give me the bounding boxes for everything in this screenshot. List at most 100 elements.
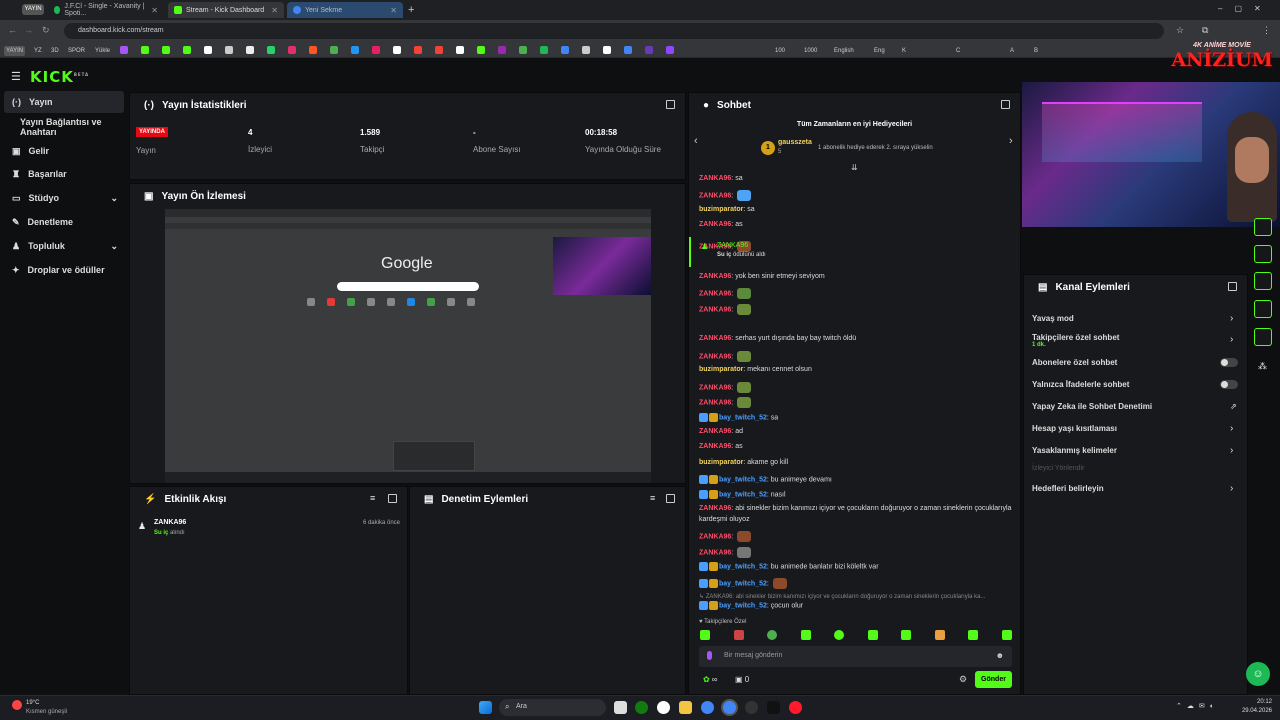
channel-action-item[interactable]: Yalnızca İfadelerle sohbet (1032, 380, 1129, 389)
channel-action-item[interactable]: Yasaklanmış kelimeler (1032, 446, 1117, 455)
rail-users-icon[interactable]: ⁂ (1258, 361, 1267, 372)
chat-username[interactable]: bay_twitch_52 (719, 476, 767, 483)
chat-username[interactable]: ZANKA96 (699, 428, 731, 435)
chat-username[interactable]: bay_twitch_52 (719, 602, 767, 609)
rail-link-icon[interactable] (1254, 272, 1272, 290)
hamburger-icon[interactable]: ☰ (11, 70, 21, 83)
chat-message[interactable]: bay_twitch_52: (699, 578, 787, 589)
chat-message[interactable]: ZANKA96: (699, 397, 752, 408)
chat-username[interactable]: ZANKA96 (699, 505, 731, 512)
chat-username[interactable]: bay_twitch_52 (719, 491, 767, 498)
chat-username[interactable]: ZANKA96 (699, 384, 731, 391)
sidebar-item-studyo[interactable]: ▭ Stüdyo ⌄ (4, 187, 124, 209)
bookmark[interactable]: English (834, 46, 854, 56)
folder-icon[interactable] (679, 701, 692, 714)
channel-action-item[interactable]: Hedefleri belirleyin (1032, 484, 1104, 493)
chat-message[interactable]: ZANKA96: (699, 382, 752, 393)
chat-input[interactable]: Bir mesaj gönderin ☻ (699, 646, 1012, 667)
popout-icon[interactable] (666, 494, 675, 503)
popout-icon[interactable] (1001, 100, 1010, 109)
chat-username[interactable]: bay_twitch_52 (719, 580, 767, 587)
bookmark[interactable]: Yükle (95, 46, 110, 56)
chat-message[interactable]: ZANKA96: (699, 190, 752, 201)
bookmark[interactable]: C (956, 46, 960, 56)
chat-username[interactable]: ZANKA96 (699, 335, 731, 342)
chevron-right-icon[interactable]: › (1230, 423, 1233, 434)
rail-list-icon[interactable] (1254, 300, 1272, 318)
xbox-icon[interactable] (635, 701, 648, 714)
chat-username[interactable]: ZANKA96 (699, 549, 731, 556)
chat-message[interactable]: ZANKA96: yok ben sinir etmeyi seviyom (699, 273, 825, 280)
obs-icon[interactable] (745, 701, 758, 714)
opera-icon[interactable] (789, 701, 802, 714)
rail-button[interactable] (1254, 218, 1272, 236)
bookmark[interactable]: 1000 (804, 46, 817, 56)
back-icon[interactable]: ← (8, 25, 17, 35)
channel-action-item[interactable]: Abonelere özel sohbet (1032, 358, 1117, 367)
external-link-icon[interactable]: ⇗ (1230, 402, 1237, 411)
sidebar-item-yayin[interactable]: (·) Yayın (4, 91, 124, 113)
rail-chat-icon[interactable] (1254, 245, 1272, 263)
toggle-switch[interactable] (1220, 358, 1238, 367)
chat-username[interactable]: ZANKA96 (699, 399, 731, 406)
support-chat-button[interactable]: ☺ (1246, 662, 1270, 686)
channel-action-item[interactable]: Yavaş mod (1032, 314, 1074, 323)
bookmark[interactable]: Eng (874, 46, 885, 56)
chrome-icon[interactable] (701, 701, 714, 714)
chat-message[interactable]: bay_twitch_52: nasıl (699, 490, 786, 499)
menu-icon[interactable]: ⋮ (1262, 25, 1271, 36)
chat-message[interactable]: ZANKA96: abi sinekler bizim kanımızı içi… (699, 505, 1011, 512)
chat-message[interactable]: ZANKA96: as (699, 443, 743, 450)
new-tab-button[interactable]: + (408, 4, 414, 16)
channel-action-item[interactable]: Yapay Zeka ile Sohbet Denetimi (1032, 402, 1152, 411)
chat-settings-icon[interactable]: ⚙ (959, 674, 967, 685)
bookmark[interactable]: 100 (775, 46, 785, 56)
bookmark[interactable]: 3D (51, 46, 59, 56)
chat-username[interactable]: ZANKA96 (699, 533, 731, 540)
chat-message[interactable]: ZANKA96: (699, 547, 752, 558)
chat-username[interactable]: bay_twitch_52 (719, 563, 767, 570)
tab-new[interactable]: Yeni Sekme ✕ (287, 2, 403, 18)
taskbar-search[interactable]: ⌕ Ara (499, 699, 606, 716)
address-input[interactable]: dashboard.kick.com/stream (64, 23, 1164, 39)
taskview-icon[interactable] (614, 701, 627, 714)
bookmark[interactable]: A (1010, 46, 1014, 56)
chat-username[interactable]: ZANKA96 (699, 443, 731, 450)
chat-message[interactable]: buzimparator: akame go kill (699, 459, 788, 466)
chat-message[interactable]: bay_twitch_52: çocun olur (699, 601, 803, 610)
chat-username[interactable]: ZANKA96 (699, 290, 731, 297)
close-icon[interactable]: ✕ (271, 6, 278, 15)
chat-message[interactable]: bay_twitch_52: bu animede banlatır bizi … (699, 562, 879, 571)
close-icon[interactable]: ✕ (151, 6, 158, 15)
chat-username[interactable]: ZANKA96 (699, 306, 731, 313)
reward-redeem-message[interactable]: ZANKA96 Su iç ödülünü aldı ♟ (689, 237, 1014, 267)
chat-username[interactable]: buzimparator (699, 206, 743, 213)
pin-icon[interactable]: ⇊ (851, 163, 858, 172)
chat-message[interactable]: ZANKA96: (699, 531, 752, 542)
bookmark[interactable]: YAYIN (4, 46, 26, 56)
star-icon[interactable]: ☆ (1176, 25, 1184, 36)
chat-username[interactable]: ZANKA96 (699, 175, 731, 182)
chat-username[interactable]: ZANKA96 (699, 192, 731, 199)
chrome-active-icon[interactable] (723, 701, 736, 714)
popout-icon[interactable] (666, 100, 675, 109)
sidebar-item-topluluk[interactable]: ♟ Topluluk ⌄ (4, 235, 124, 257)
chat-username[interactable]: buzimparator (699, 459, 743, 466)
sidebar-item-denetleme[interactable]: ✎ Denetleme (4, 211, 124, 233)
chat-message[interactable]: kardeşmi oluyoz (699, 516, 750, 523)
chat-username[interactable]: ZANKA96 (699, 221, 731, 228)
chat-message[interactable]: buzimparator: mekanı cennet olsun (699, 366, 812, 373)
bookmark[interactable]: K (902, 46, 906, 56)
filter-icon[interactable]: ≡ (370, 493, 375, 503)
chat-message[interactable]: ZANKA96: as (699, 221, 743, 228)
rail-wrench-icon[interactable] (1254, 328, 1272, 346)
bookmark[interactable]: YZ (34, 46, 42, 56)
send-button[interactable]: Gönder (975, 671, 1012, 688)
sidebar-item-basarilar[interactable]: ♜ Başarılar (4, 163, 124, 185)
windows-start-icon[interactable] (479, 701, 492, 714)
bookmark-icons[interactable] (120, 45, 1160, 55)
bookmark[interactable]: B (1034, 46, 1038, 56)
capcut-icon[interactable] (767, 701, 780, 714)
profile-badge[interactable]: YAYIN (22, 4, 44, 15)
channel-action-item[interactable]: Hesap yaşı kısıtlaması (1032, 424, 1117, 433)
